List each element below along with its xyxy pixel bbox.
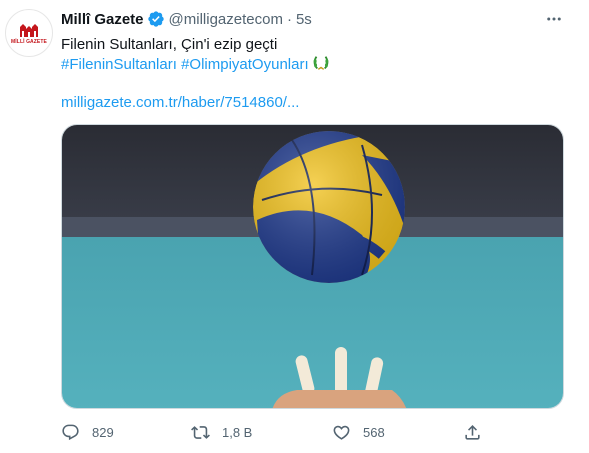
wreath-emoji-icon <box>313 56 328 70</box>
author-name[interactable]: Millî Gazete <box>61 11 144 28</box>
hashtag-link[interactable]: #OlimpiyatOyunları <box>181 56 309 73</box>
volleyball-photo <box>62 125 563 408</box>
article-link[interactable]: milligazete.com.tr/haber/7514860/... <box>61 93 299 113</box>
like-count: 568 <box>363 425 385 440</box>
more-icon <box>547 17 561 21</box>
tweet[interactable]: MİLLİ GAZETE Millî Gazete @milligazeteco… <box>0 0 589 453</box>
reply-icon <box>62 424 79 441</box>
tweet-header: Millî Gazete @milligazetecom · 5s <box>61 9 312 29</box>
share-button[interactable] <box>463 423 494 442</box>
share-icon <box>465 425 480 440</box>
like-icon <box>333 425 350 440</box>
retweet-icon <box>191 426 210 439</box>
hashtag-link[interactable]: #FileninSultanları <box>61 56 177 73</box>
verified-badge-icon <box>147 11 164 27</box>
like-button[interactable]: 568 <box>332 423 385 442</box>
separator-dot: · <box>286 10 292 28</box>
retweet-count: 1,8 B <box>222 425 253 440</box>
reply-button[interactable]: 829 <box>61 423 114 442</box>
avatar-brand-text: MİLLİ GAZETE <box>11 38 47 45</box>
tweet-actions: 829 1,8 B 568 <box>0 423 589 443</box>
author-handle[interactable]: @milligazetecom <box>169 11 283 28</box>
tweet-hashtags: #FileninSultanları #OlimpiyatOyunları <box>61 54 330 75</box>
tweet-text: Filenin Sultanları, Çin'i ezip geçti <box>61 36 278 53</box>
retweet-button[interactable]: 1,8 B <box>191 423 252 442</box>
avatar[interactable]: MİLLİ GAZETE <box>5 9 53 57</box>
reply-count: 829 <box>92 425 114 440</box>
more-button[interactable] <box>543 9 565 29</box>
tweet-media-image[interactable] <box>61 124 564 409</box>
logo-icon <box>20 23 38 37</box>
tweet-timestamp[interactable]: 5s <box>296 11 312 28</box>
